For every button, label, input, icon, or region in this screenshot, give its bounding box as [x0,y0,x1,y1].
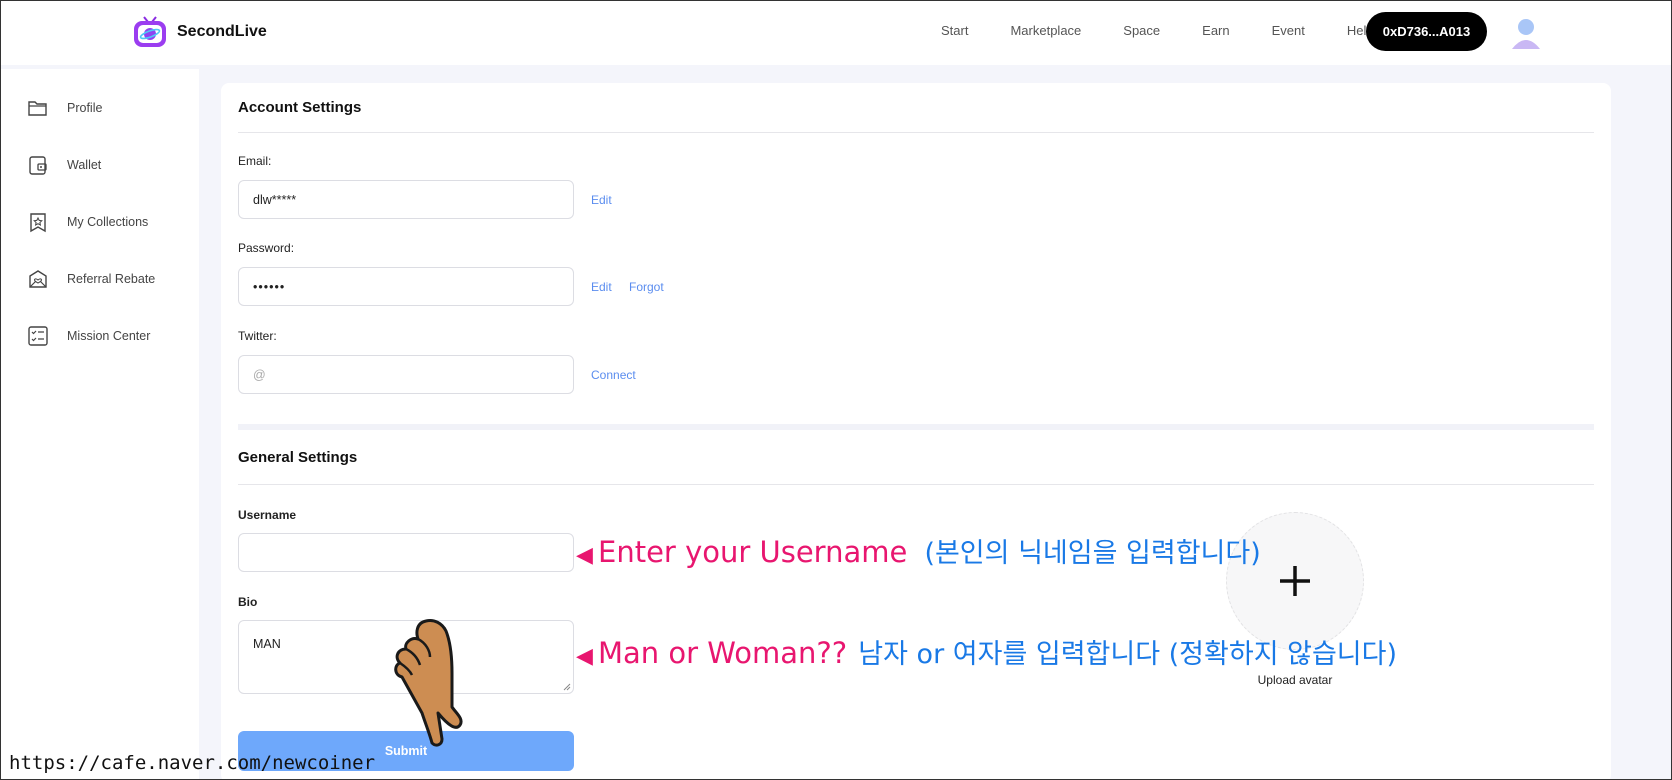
wallet-icon [29,156,47,175]
sidebar-item-label: Profile [67,101,103,115]
pointing-hand-icon [394,619,463,747]
wallet-address-button[interactable]: 0xD736...A013 [1366,12,1487,51]
watermark-url: https://cafe.naver.com/newcoiner [9,752,376,774]
app-window: SecondLive Start Marketplace Space Earn … [0,0,1672,780]
sidebar-item-label: My Collections [67,215,149,229]
username-label: Username [238,508,297,522]
password-label: Password: [238,241,295,255]
bookmark-star-icon [30,213,46,233]
sidebar-item-label: Mission Center [67,329,151,343]
username-input[interactable] [238,533,574,572]
user-avatar-icon[interactable] [1509,15,1543,51]
pointer-left-icon: ◀ [576,644,593,669]
password-forgot-link[interactable]: Forgot [629,280,664,294]
twitter-connect-link[interactable]: Connect [591,368,636,382]
nav-space[interactable]: Space [1123,21,1160,41]
checklist-icon [28,326,48,346]
main-nav: Start Marketplace Space Earn Event Help [941,21,1416,41]
password-edit-link[interactable]: Edit [591,280,612,294]
resize-grip-icon[interactable] [563,683,571,691]
logo-text: SecondLive [177,23,267,40]
sidebar-item-wallet[interactable]: Wallet [27,154,101,176]
top-header: SecondLive Start Marketplace Space Earn … [1,1,1671,65]
nav-earn[interactable]: Earn [1202,21,1229,41]
upload-avatar-label: Upload avatar [1257,673,1333,687]
nav-start[interactable]: Start [941,21,968,41]
bio-annotation: ◀ Man or Woman?? 남자 or 여자를 입력합니다 (정확하지 않… [576,632,1397,671]
section-divider [238,424,1594,430]
tv-planet-logo-icon [132,15,168,49]
logo[interactable]: SecondLive [132,15,267,49]
annotation-english: Man or Woman?? [598,636,848,670]
annotation-korean: (본인의 닉네임을 입력합니다) [924,538,1261,569]
sidebar-item-profile[interactable]: Profile [27,97,102,119]
email-field[interactable]: dlw***** [238,180,574,219]
nav-event[interactable]: Event [1272,21,1305,41]
divider [238,132,1594,133]
sidebar-item-label: Referral Rebate [67,272,156,286]
divider [238,484,1594,485]
general-settings-title: General Settings [238,449,358,466]
sidebar-item-referral-rebate[interactable]: Referral Rebate [27,268,155,290]
bio-text: MAN [253,637,281,651]
email-edit-link[interactable]: Edit [591,193,612,207]
pointer-left-icon: ◀ [576,543,593,568]
sidebar-item-mission-center[interactable]: Mission Center [27,325,150,347]
account-settings-title: Account Settings [238,99,362,116]
annotation-korean: 남자 or 여자를 입력합니다 (정확하지 않습니다) [858,639,1398,670]
twitter-label: Twitter: [238,329,277,343]
username-annotation: ◀ Enter your Username (본인의 닉네임을 입력합니다) [576,531,1261,570]
annotation-english: Enter your Username [598,535,908,569]
sidebar: Profile Wallet My Collections Referral R… [1,69,199,779]
nav-marketplace[interactable]: Marketplace [1010,21,1081,41]
email-label: Email: [238,154,272,168]
bio-label: Bio [238,595,258,609]
plus-icon [1280,566,1310,596]
sidebar-item-my-collections[interactable]: My Collections [27,211,148,233]
twitter-input[interactable]: @ [238,355,574,394]
folder-icon [28,101,47,116]
sidebar-item-label: Wallet [67,158,102,172]
envelope-heart-icon [29,270,47,288]
password-field[interactable]: •••••• [238,267,574,306]
